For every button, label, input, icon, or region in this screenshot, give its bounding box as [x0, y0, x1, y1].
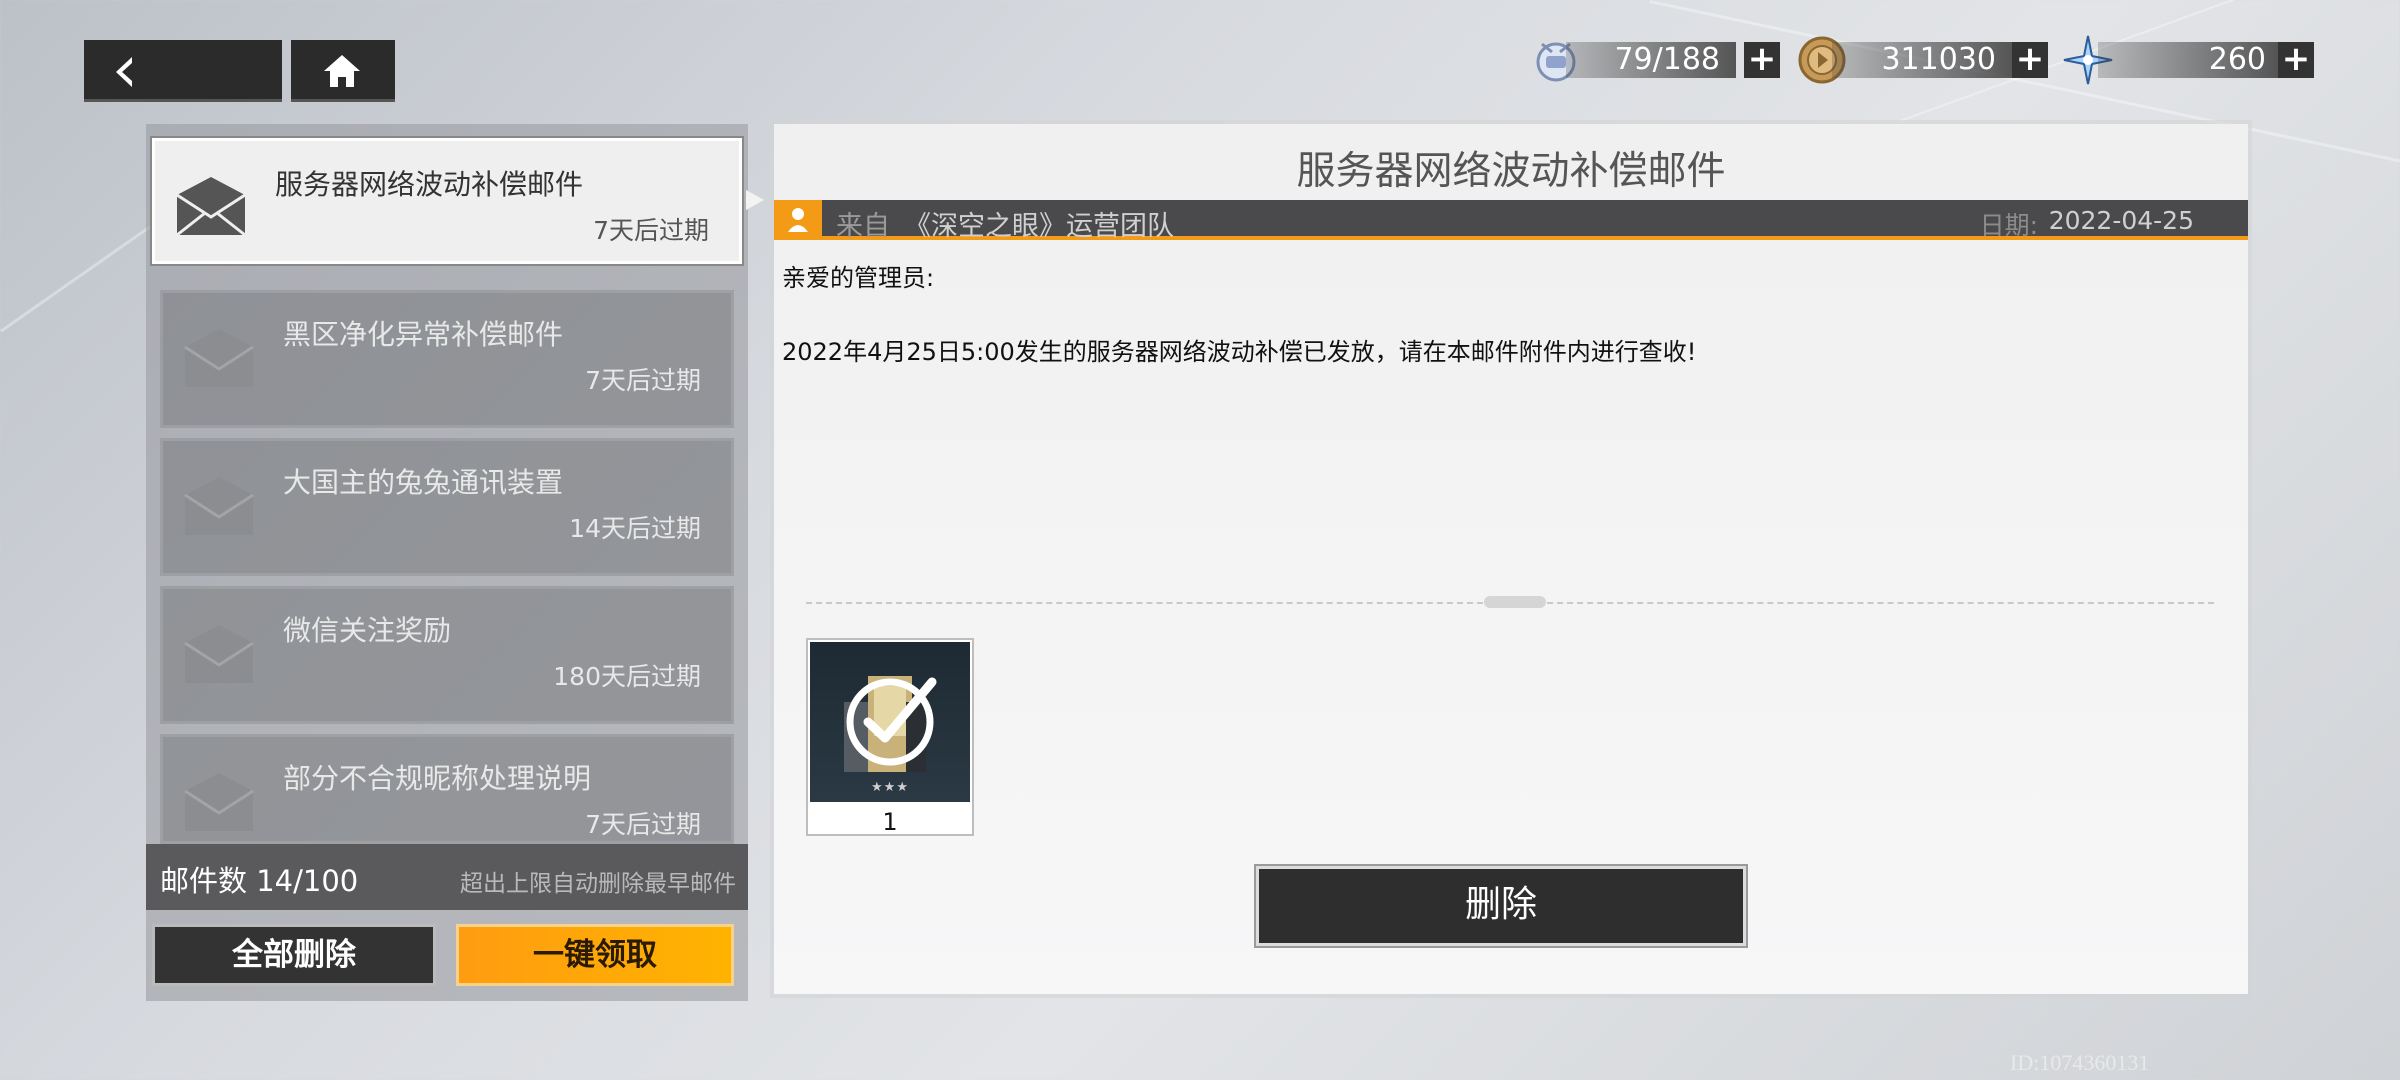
- user-id: ID:1074360131: [2010, 1050, 2150, 1075]
- resource-coin: 311030 +: [1796, 36, 2052, 84]
- mail-count-bar: 邮件数 14/100 超出上限自动删除最早邮件: [146, 844, 748, 910]
- sender-person-icon: [774, 200, 822, 240]
- mail-item-expiry: 7天后过期: [585, 366, 701, 395]
- mail-item-title: 服务器网络波动补偿邮件: [275, 168, 584, 201]
- mail-item-expiry: 7天后过期: [593, 216, 709, 245]
- home-button[interactable]: [291, 40, 395, 102]
- date-label: 日期:: [1979, 211, 2038, 240]
- home-icon: [324, 55, 360, 87]
- stamina-plus-button[interactable]: +: [1744, 42, 1780, 78]
- mail-list-item[interactable]: 部分不合规昵称处理说明 7天后过期: [160, 734, 734, 844]
- envelope-icon: [176, 177, 246, 237]
- claimed-check-icon: [846, 677, 937, 766]
- mail-item-expiry: 7天后过期: [585, 810, 701, 839]
- mail-detail-panel: 服务器网络波动补偿邮件 来自 《深空之眼》运营团队 日期: 2022-04-25…: [774, 124, 2248, 994]
- resource-stamina: 79/188 +: [1530, 40, 1780, 82]
- mail-item-title: 部分不合规昵称处理说明: [283, 762, 592, 795]
- envelope-icon: [184, 477, 254, 535]
- divider-handle: [1484, 596, 1546, 608]
- stamina-value: 79/188: [1614, 42, 1720, 77]
- date-value: 2022-04-25: [2048, 206, 2194, 235]
- mail-item-expiry: 14天后过期: [569, 514, 701, 543]
- sender-bar: 来自 《深空之眼》运营团队 日期: 2022-04-25: [774, 200, 2248, 242]
- mail-greeting: 亲爱的管理员:: [782, 264, 935, 292]
- mail-list-item[interactable]: 大国主的兔兔通讯装置 14天后过期: [160, 438, 734, 576]
- mail-list-item[interactable]: 黑区净化异常补偿邮件 7天后过期: [160, 290, 734, 428]
- mail-count-hint: 超出上限自动删除最早邮件: [460, 871, 736, 897]
- mail-count: 邮件数 14/100: [160, 864, 359, 898]
- back-button[interactable]: [84, 40, 282, 102]
- coin-plus-button[interactable]: +: [2012, 42, 2048, 78]
- sender-name: 《深空之眼》运营团队: [904, 211, 1174, 242]
- mail-item-title: 黑区净化异常补偿邮件: [283, 318, 564, 351]
- mail-list-panel: 服务器网络波动补偿邮件 7天后过期 黑区净化异常补偿邮件 7天后过期 大国主的兔…: [146, 124, 748, 1001]
- attachment-quantity: 1: [882, 808, 898, 836]
- mail-list-item[interactable]: 微信关注奖励 180天后过期: [160, 586, 734, 724]
- envelope-icon: [184, 329, 254, 387]
- attachment-stars: ★★★: [871, 780, 909, 795]
- delete-button[interactable]: 删除: [1256, 866, 1746, 946]
- mail-detail-title: 服务器网络波动补偿邮件: [1296, 149, 1726, 194]
- sender-label: 来自: [836, 211, 890, 242]
- crystal-value: 260: [2208, 42, 2266, 77]
- mail-item-title: 微信关注奖励: [283, 614, 452, 647]
- mail-item-expiry: 180天后过期: [553, 662, 701, 691]
- attachment-item[interactable]: ★★★ 1: [806, 638, 974, 836]
- crystal-plus-button[interactable]: +: [2278, 42, 2314, 78]
- back-arrow-icon: [116, 57, 132, 87]
- resource-crystal: 260 +: [2062, 35, 2318, 85]
- selection-arrow-icon: [746, 190, 764, 210]
- coin-value: 311030: [1881, 42, 1996, 77]
- mail-item-title: 大国主的兔兔通讯装置: [283, 466, 564, 499]
- attachment-thumbnail: ★★★: [810, 642, 970, 802]
- mail-list-item[interactable]: 服务器网络波动补偿邮件 7天后过期: [152, 138, 742, 264]
- mail-body: 2022年4月25日5:00发生的服务器网络波动补偿已发放，请在本邮件附件内进行…: [782, 338, 1697, 366]
- envelope-icon: [184, 625, 254, 683]
- claim-all-button[interactable]: 一键领取: [456, 924, 734, 986]
- delete-all-button[interactable]: 全部删除: [152, 924, 436, 986]
- envelope-icon: [184, 773, 254, 831]
